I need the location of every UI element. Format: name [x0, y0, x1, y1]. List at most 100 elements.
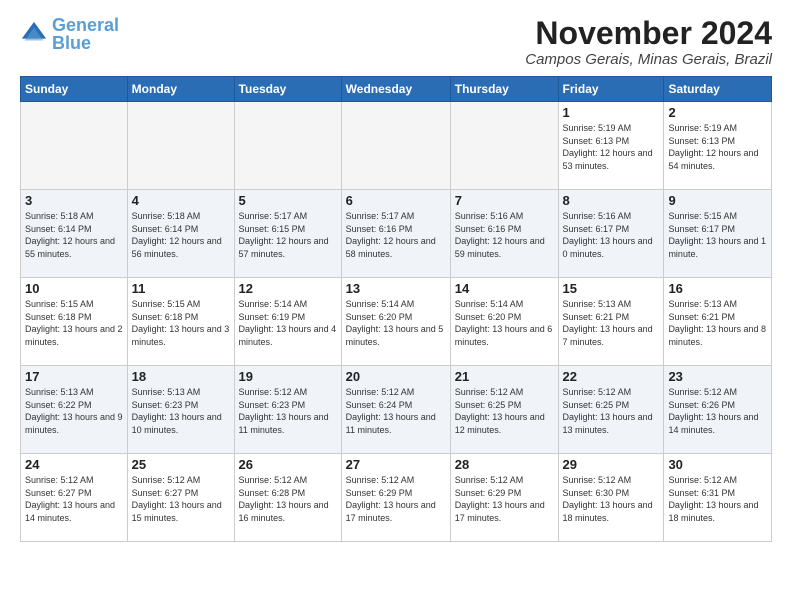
day-info: Sunrise: 5:16 AMSunset: 6:16 PMDaylight:…	[455, 210, 554, 260]
calendar-cell: 23 Sunrise: 5:12 AMSunset: 6:26 PMDayligh…	[664, 366, 772, 454]
calendar-cell: 24 Sunrise: 5:12 AMSunset: 6:27 PMDayligh…	[21, 454, 128, 542]
calendar-cell: 26 Sunrise: 5:12 AMSunset: 6:28 PMDayligh…	[234, 454, 341, 542]
day-info: Sunrise: 5:17 AMSunset: 6:15 PMDaylight:…	[239, 210, 337, 260]
title-block: November 2024 Campos Gerais, Minas Gerai…	[525, 16, 772, 68]
day-number: 10	[25, 281, 123, 296]
day-info: Sunrise: 5:12 AMSunset: 6:30 PMDaylight:…	[563, 474, 660, 524]
day-number: 19	[239, 369, 337, 384]
calendar-cell: 27Sunrise: 5:12 AMSunset: 6:29 PMDayligh…	[341, 454, 450, 542]
calendar-cell: 5 Sunrise: 5:17 AMSunset: 6:15 PMDaylight…	[234, 190, 341, 278]
day-info: Sunrise: 5:15 AMSunset: 6:17 PMDaylight:…	[668, 210, 767, 260]
calendar: SundayMondayTuesdayWednesdayThursdayFrid…	[20, 76, 772, 542]
day-number: 20	[346, 369, 446, 384]
day-number: 9	[668, 193, 767, 208]
day-number: 2	[668, 105, 767, 120]
weekday-header: Thursday	[450, 77, 558, 102]
day-info: Sunrise: 5:12 AMSunset: 6:28 PMDaylight:…	[239, 474, 337, 524]
day-number: 8	[563, 193, 660, 208]
day-number: 22	[563, 369, 660, 384]
day-number: 6	[346, 193, 446, 208]
day-number: 1	[563, 105, 660, 120]
calendar-cell: 16Sunrise: 5:13 AMSunset: 6:21 PMDayligh…	[664, 278, 772, 366]
calendar-cell: 10Sunrise: 5:15 AMSunset: 6:18 PMDayligh…	[21, 278, 128, 366]
calendar-cell: 13Sunrise: 5:14 AMSunset: 6:20 PMDayligh…	[341, 278, 450, 366]
day-info: Sunrise: 5:12 AMSunset: 6:27 PMDaylight:…	[132, 474, 230, 524]
day-number: 16	[668, 281, 767, 296]
day-number: 26	[239, 457, 337, 472]
day-number: 23	[668, 369, 767, 384]
day-info: Sunrise: 5:12 AMSunset: 6:29 PMDaylight:…	[455, 474, 554, 524]
calendar-cell: 6Sunrise: 5:17 AMSunset: 6:16 PMDaylight…	[341, 190, 450, 278]
weekday-header: Friday	[558, 77, 664, 102]
day-info: Sunrise: 5:13 AMSunset: 6:21 PMDaylight:…	[563, 298, 660, 348]
calendar-cell	[127, 102, 234, 190]
day-number: 21	[455, 369, 554, 384]
day-number: 12	[239, 281, 337, 296]
day-number: 29	[563, 457, 660, 472]
day-number: 27	[346, 457, 446, 472]
calendar-cell: 2 Sunrise: 5:19 AMSunset: 6:13 PMDaylight…	[664, 102, 772, 190]
calendar-week-row: 24 Sunrise: 5:12 AMSunset: 6:27 PMDayligh…	[21, 454, 772, 542]
calendar-cell	[341, 102, 450, 190]
calendar-cell: 21Sunrise: 5:12 AMSunset: 6:25 PMDayligh…	[450, 366, 558, 454]
calendar-week-row: 10 Sunrise: 5:15 AMSunset: 6:18 PMDayligh…	[21, 278, 772, 366]
day-info: Sunrise: 5:19 AMSunset: 6:13 PMDaylight:…	[563, 122, 660, 172]
calendar-week-row: 17 Sunrise: 5:13 AMSunset: 6:22 PMDayligh…	[21, 366, 772, 454]
calendar-cell	[234, 102, 341, 190]
day-info: Sunrise: 5:12 AMSunset: 6:25 PMDaylight:…	[563, 386, 660, 436]
day-number: 17	[25, 369, 123, 384]
calendar-cell: 1 Sunrise: 5:19 AMSunset: 6:13 PMDaylight…	[558, 102, 664, 190]
calendar-cell: 12 Sunrise: 5:14 AMSunset: 6:19 PMDayligh…	[234, 278, 341, 366]
location: Campos Gerais, Minas Gerais, Brazil	[525, 51, 772, 68]
day-number: 3	[25, 193, 123, 208]
logo-icon	[20, 20, 48, 48]
page: General Blue November 2024 Campos Gerais…	[0, 0, 792, 552]
calendar-week-row: 3 Sunrise: 5:18 AMSunset: 6:14 PMDaylight…	[21, 190, 772, 278]
calendar-cell: 29 Sunrise: 5:12 AMSunset: 6:30 PMDayligh…	[558, 454, 664, 542]
day-number: 15	[563, 281, 660, 296]
calendar-cell: 4Sunrise: 5:18 AMSunset: 6:14 PMDaylight…	[127, 190, 234, 278]
logo: General Blue	[20, 16, 119, 52]
day-number: 11	[132, 281, 230, 296]
calendar-cell	[21, 102, 128, 190]
weekday-header: Sunday	[21, 77, 128, 102]
day-number: 5	[239, 193, 337, 208]
day-info: Sunrise: 5:13 AMSunset: 6:23 PMDaylight:…	[132, 386, 230, 436]
day-info: Sunrise: 5:12 AMSunset: 6:24 PMDaylight:…	[346, 386, 446, 436]
logo-text: General Blue	[52, 16, 119, 52]
calendar-cell: 7Sunrise: 5:16 AMSunset: 6:16 PMDaylight…	[450, 190, 558, 278]
calendar-cell: 15 Sunrise: 5:13 AMSunset: 6:21 PMDayligh…	[558, 278, 664, 366]
calendar-cell: 20 Sunrise: 5:12 AMSunset: 6:24 PMDayligh…	[341, 366, 450, 454]
day-number: 28	[455, 457, 554, 472]
day-info: Sunrise: 5:15 AMSunset: 6:18 PMDaylight:…	[132, 298, 230, 348]
calendar-cell: 11 Sunrise: 5:15 AMSunset: 6:18 PMDayligh…	[127, 278, 234, 366]
day-info: Sunrise: 5:12 AMSunset: 6:27 PMDaylight:…	[25, 474, 123, 524]
calendar-cell: 28 Sunrise: 5:12 AMSunset: 6:29 PMDayligh…	[450, 454, 558, 542]
calendar-cell: 17 Sunrise: 5:13 AMSunset: 6:22 PMDayligh…	[21, 366, 128, 454]
calendar-cell: 9 Sunrise: 5:15 AMSunset: 6:17 PMDaylight…	[664, 190, 772, 278]
header: General Blue November 2024 Campos Gerais…	[20, 16, 772, 68]
month-title: November 2024	[525, 16, 772, 51]
day-info: Sunrise: 5:18 AMSunset: 6:14 PMDaylight:…	[25, 210, 123, 260]
weekday-header: Saturday	[664, 77, 772, 102]
calendar-cell: 18 Sunrise: 5:13 AMSunset: 6:23 PMDayligh…	[127, 366, 234, 454]
calendar-cell: 14 Sunrise: 5:14 AMSunset: 6:20 PMDayligh…	[450, 278, 558, 366]
day-info: Sunrise: 5:14 AMSunset: 6:19 PMDaylight:…	[239, 298, 337, 348]
day-info: Sunrise: 5:14 AMSunset: 6:20 PMDaylight:…	[455, 298, 554, 348]
calendar-cell: 3 Sunrise: 5:18 AMSunset: 6:14 PMDaylight…	[21, 190, 128, 278]
day-info: Sunrise: 5:12 AMSunset: 6:23 PMDaylight:…	[239, 386, 337, 436]
day-number: 14	[455, 281, 554, 296]
calendar-cell: 22 Sunrise: 5:12 AMSunset: 6:25 PMDayligh…	[558, 366, 664, 454]
calendar-cell: 30Sunrise: 5:12 AMSunset: 6:31 PMDayligh…	[664, 454, 772, 542]
day-number: 30	[668, 457, 767, 472]
calendar-week-row: 1 Sunrise: 5:19 AMSunset: 6:13 PMDaylight…	[21, 102, 772, 190]
day-info: Sunrise: 5:19 AMSunset: 6:13 PMDaylight:…	[668, 122, 767, 172]
weekday-header-row: SundayMondayTuesdayWednesdayThursdayFrid…	[21, 77, 772, 102]
day-info: Sunrise: 5:18 AMSunset: 6:14 PMDaylight:…	[132, 210, 230, 260]
weekday-header: Monday	[127, 77, 234, 102]
day-number: 24	[25, 457, 123, 472]
day-info: Sunrise: 5:16 AMSunset: 6:17 PMDaylight:…	[563, 210, 660, 260]
day-info: Sunrise: 5:13 AMSunset: 6:22 PMDaylight:…	[25, 386, 123, 436]
day-number: 18	[132, 369, 230, 384]
day-info: Sunrise: 5:12 AMSunset: 6:26 PMDaylight:…	[668, 386, 767, 436]
